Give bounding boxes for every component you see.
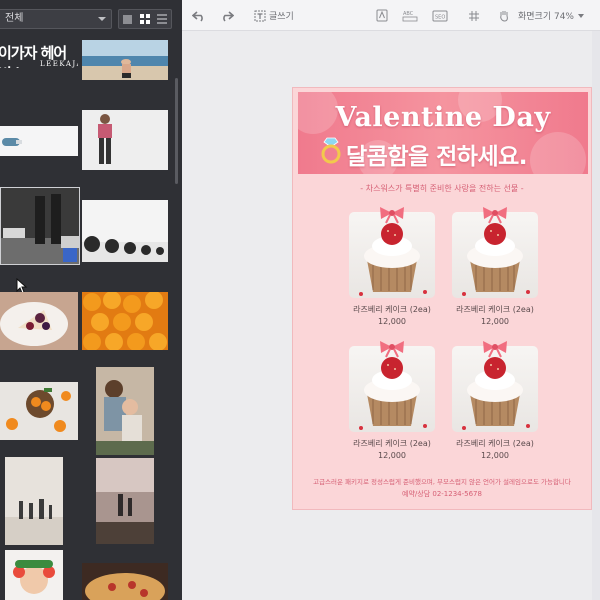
grid-view-button[interactable] (136, 10, 153, 28)
svg-text:SEO: SEO (435, 14, 445, 20)
product-name: 라즈베리 케이크 (2ea) (456, 439, 534, 448)
product-name: 라즈베리 케이크 (2ea) (456, 305, 534, 314)
ribbon-bow-icon (483, 341, 507, 358)
ribbon-bow-icon (380, 207, 404, 224)
product-name: 라즈베리 케이크 (2ea) (353, 305, 431, 314)
thumbnail-lake-silhouette[interactable] (96, 458, 154, 544)
product-card[interactable]: 라즈베리 케이크 (2ea) 12,000 (452, 341, 542, 460)
canvas-scrollbar[interactable] (592, 31, 600, 600)
cupcake-photo (462, 223, 530, 296)
ribbon-bow-icon (483, 207, 507, 224)
hand-tool-button[interactable] (498, 7, 510, 24)
spell-check-icon: ABC (402, 11, 418, 22)
thumbnail-dumbbells[interactable] (82, 200, 168, 262)
poster-title-korean[interactable]: 달콤함을 전하세요. (346, 137, 528, 171)
cupcake-image (452, 212, 538, 298)
product-card[interactable]: 라즈베리 케이크 (2ea) 12,000 (452, 207, 542, 326)
poster-canvas[interactable]: Valentine Day 달콤함을 전하세요. - 차스워스가 특별히 준비한… (292, 87, 592, 510)
ribbon-bow-icon (380, 341, 404, 358)
editor-window: 전체 이가자 헤어비스 LEEKAJA HAIRBIS (0, 0, 600, 600)
text-style-button[interactable] (376, 7, 388, 24)
tangerines-photo (0, 382, 78, 440)
diamond-ring-icon[interactable] (320, 136, 342, 164)
dumbbells-photo (82, 200, 168, 262)
poster-banner[interactable]: Valentine Day 달콤함을 전하세요. (298, 92, 588, 174)
chevron-down-icon (98, 17, 106, 21)
thumbnail-logo-subtext: LEEKAJA HAIRBIS (40, 60, 78, 68)
list-view-button[interactable] (154, 10, 171, 28)
product-price: 12,000 (481, 317, 509, 326)
thumbnail-family-walk[interactable] (5, 457, 63, 545)
poster-title-english[interactable]: Valentine Day (298, 102, 588, 133)
text-style-icon (376, 9, 388, 22)
product-card[interactable]: 라즈베리 케이크 (2ea) 12,000 (349, 207, 439, 326)
yoga-photo (0, 126, 78, 156)
spell-check-button[interactable]: ABC (402, 7, 418, 24)
poster-footer-note[interactable]: 고급스러운 패키지로 정성스럽게 준비했으며, 부모스럽지 않은 언어가 설레임… (293, 476, 591, 486)
cupcake-photo (462, 357, 530, 430)
library-header: 전체 (0, 0, 182, 36)
cake-plate-photo (0, 292, 78, 350)
svg-text:ABC: ABC (403, 11, 414, 17)
product-name: 라즈베리 케이크 (2ea) (353, 439, 431, 448)
fitness-photo (82, 110, 168, 170)
thumbnail-pizza[interactable] (82, 563, 168, 600)
category-select-value: 전체 (5, 13, 24, 24)
text-tool-button[interactable]: 글쓰기 (254, 7, 294, 24)
family-walk-photo (5, 457, 63, 545)
poster-subtitle[interactable]: - 차스워스가 특별히 준비한 사랑을 전하는 선물 - (293, 183, 591, 194)
cupcake-image (349, 212, 435, 298)
product-price: 12,000 (378, 317, 406, 326)
thumbnail-woman-fitness[interactable] (82, 110, 168, 170)
grid-icon (139, 14, 150, 24)
hash-grid-icon (469, 10, 479, 21)
undo-button[interactable] (192, 7, 206, 24)
text-tool-label: 글쓰기 (269, 12, 294, 22)
oranges-photo (82, 292, 168, 350)
undo-icon (192, 10, 203, 22)
product-card[interactable]: 라즈베리 케이크 (2ea) 12,000 (349, 341, 439, 460)
hand-icon (500, 11, 508, 22)
poster-contact[interactable]: 예약/상담 02-1234-5678 (293, 489, 591, 499)
thumbnail-cake-plate[interactable] (0, 292, 78, 350)
product-price: 12,000 (481, 451, 509, 460)
redo-icon (223, 10, 234, 22)
editor-toolbar: 글쓰기 ABC SEO 화면크기 74% (182, 0, 600, 31)
thumbnail-child-smile[interactable] (5, 550, 63, 600)
view-mode-toggle (118, 9, 172, 29)
lake-photo (96, 458, 154, 544)
zoom-chevron-icon (578, 13, 584, 18)
thumbnail-beach-runner[interactable] (82, 40, 168, 80)
large-grid-view-button[interactable] (119, 10, 136, 28)
gym-photo (1, 188, 79, 264)
seo-button[interactable]: SEO (432, 7, 448, 24)
list-icon (157, 14, 168, 24)
beach-photo (82, 40, 168, 80)
cupcake-image (349, 346, 435, 432)
thumbnail-mother-child[interactable] (96, 367, 154, 455)
family-photo (96, 367, 154, 455)
zoom-level-label: 화면크기 74% (518, 12, 574, 22)
library-scrollbar[interactable] (175, 78, 178, 184)
banner-bokeh (530, 132, 586, 174)
cupcake-photo (359, 223, 427, 296)
large-grid-icon (123, 14, 133, 24)
thumbnail-tangerines[interactable] (0, 382, 78, 440)
text-box-icon (254, 10, 266, 21)
pizza-photo (82, 563, 168, 600)
redo-button[interactable] (220, 7, 234, 24)
seo-icon: SEO (432, 10, 448, 21)
thumbnail-hair-salon-logo[interactable]: 이가자 헤어비스 LEEKAJA HAIRBIS (0, 40, 78, 68)
child-photo (5, 550, 63, 600)
cupcake-image (452, 346, 538, 432)
cupcake-photo (359, 357, 427, 430)
grid-toggle-button[interactable] (468, 7, 480, 24)
image-library-panel: 전체 이가자 헤어비스 LEEKAJA HAIRBIS (0, 0, 182, 600)
thumbnail-oranges[interactable] (82, 292, 168, 350)
thumbnail-yoga-mat[interactable] (0, 126, 78, 156)
category-select[interactable]: 전체 (0, 9, 112, 29)
thumbnail-gym-legs-selected[interactable] (0, 187, 80, 265)
product-price: 12,000 (378, 451, 406, 460)
zoom-level-button[interactable]: 화면크기 74% (518, 7, 584, 24)
